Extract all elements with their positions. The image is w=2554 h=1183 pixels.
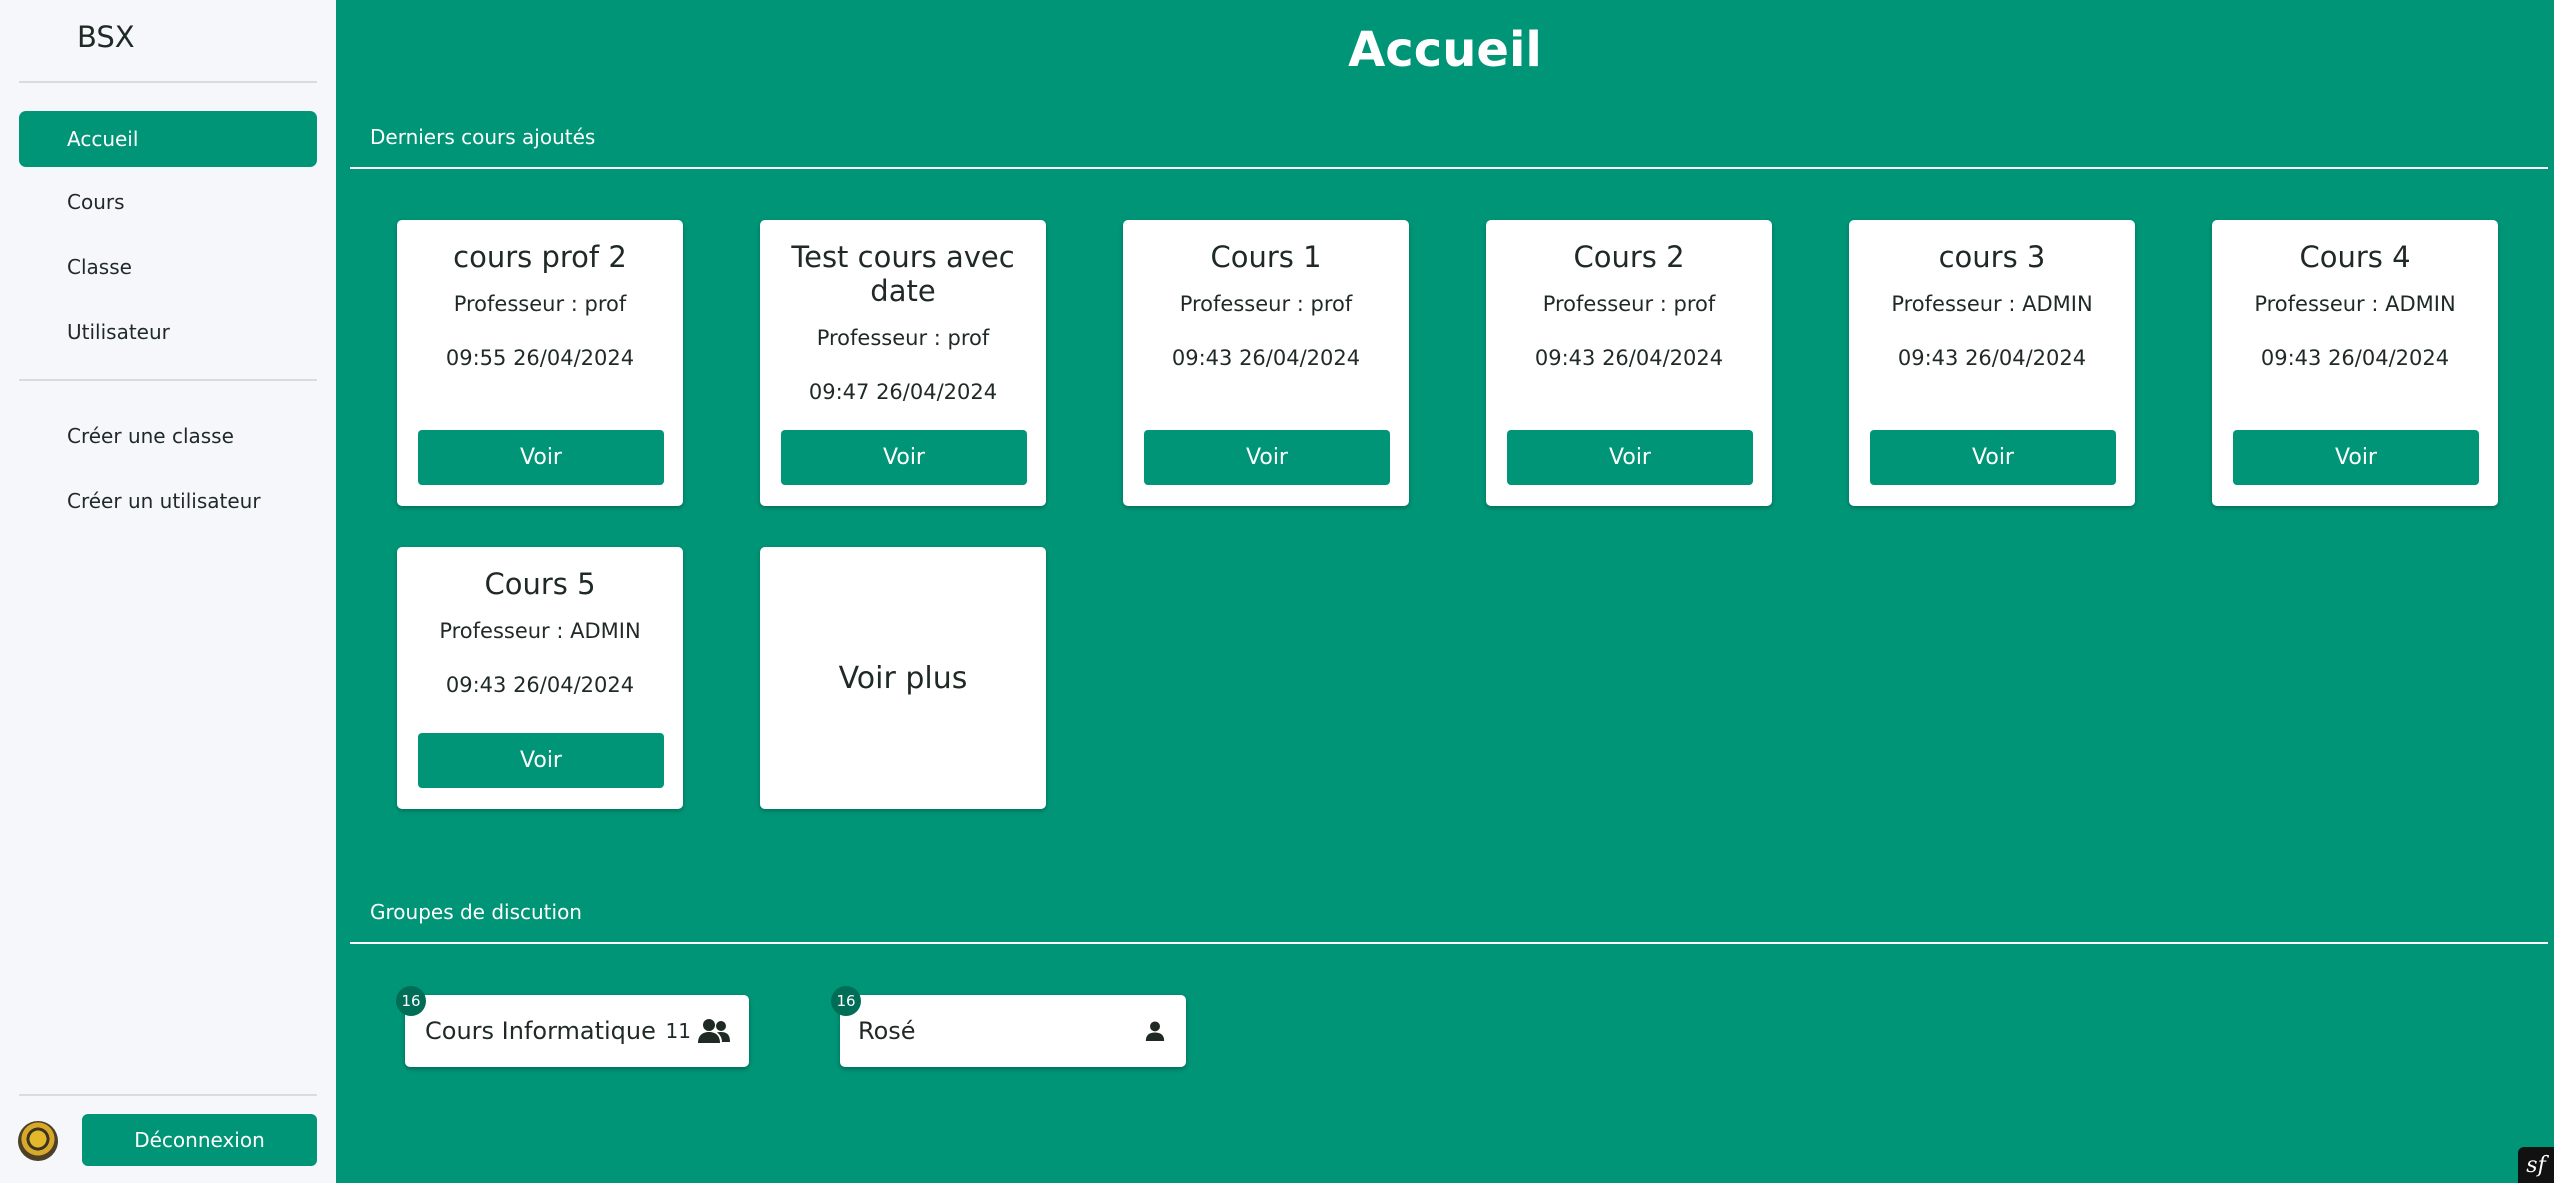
course-teacher: Professeur : prof xyxy=(1542,292,1716,316)
member-count: 11 xyxy=(665,1019,691,1043)
brand-name: BSX xyxy=(77,20,135,54)
course-card: Cours 1 Professeur : prof 09:43 26/04/20… xyxy=(1123,220,1409,506)
sidebar-divider xyxy=(19,81,317,83)
view-course-button[interactable]: Voir xyxy=(1507,430,1753,485)
view-course-button[interactable]: Voir xyxy=(781,430,1027,485)
notification-badge: 16 xyxy=(831,986,861,1016)
course-card: cours prof 2 Professeur : prof 09:55 26/… xyxy=(397,220,683,506)
sidebar-item-accueil[interactable]: Accueil xyxy=(19,111,317,167)
course-title: Cours 4 xyxy=(2299,240,2411,274)
notification-badge: 16 xyxy=(396,986,426,1016)
user-icon xyxy=(1145,1021,1165,1041)
sidebar-item-cours[interactable]: Cours xyxy=(19,174,317,230)
sidebar-item-creer-utilisateur[interactable]: Créer un utilisateur xyxy=(19,473,317,529)
course-teacher: Professeur : ADMIN xyxy=(439,619,641,643)
section-divider xyxy=(350,942,2548,944)
section-divider xyxy=(350,167,2548,169)
users-icon xyxy=(698,1019,730,1043)
course-datetime: 09:55 26/04/2024 xyxy=(445,346,635,370)
course-title: Cours 1 xyxy=(1210,240,1322,274)
sidebar-item-utilisateur[interactable]: Utilisateur xyxy=(19,304,317,360)
course-teacher: Professeur : prof xyxy=(453,292,627,316)
view-course-button[interactable]: Voir xyxy=(418,430,664,485)
section-title-courses: Derniers cours ajoutés xyxy=(370,125,596,149)
course-card: cours 3 Professeur : ADMIN 09:43 26/04/2… xyxy=(1849,220,2135,506)
group-name: Cours Informatique xyxy=(425,1017,656,1045)
group-card[interactable]: 16 Rosé xyxy=(831,986,1186,1067)
course-title: cours 3 xyxy=(1938,240,2046,274)
course-title: Cours 5 xyxy=(484,567,596,601)
course-datetime: 09:43 26/04/2024 xyxy=(1534,346,1724,370)
course-teacher: Professeur : ADMIN xyxy=(2254,292,2456,316)
course-card: Test cours avec date Professeur : prof 0… xyxy=(760,220,1046,506)
course-datetime: 09:43 26/04/2024 xyxy=(1897,346,2087,370)
course-datetime: 09:47 26/04/2024 xyxy=(808,380,998,404)
view-course-button[interactable]: Voir xyxy=(1144,430,1390,485)
logout-button[interactable]: Déconnexion xyxy=(82,1114,317,1166)
sidebar-divider xyxy=(19,1094,317,1096)
course-title: Cours 2 xyxy=(1573,240,1685,274)
course-teacher: Professeur : ADMIN xyxy=(1891,292,2093,316)
course-title: Test cours avec date xyxy=(791,240,1015,308)
course-datetime: 09:43 26/04/2024 xyxy=(445,673,635,697)
sidebar: BSX Accueil Cours Classe Utilisateur Cré… xyxy=(0,0,336,1183)
group-card[interactable]: 16 Cours Informatique 11 xyxy=(396,986,749,1067)
sidebar-item-classe[interactable]: Classe xyxy=(19,239,317,295)
course-card: Cours 4 Professeur : ADMIN 09:43 26/04/2… xyxy=(2212,220,2498,506)
course-title: cours prof 2 xyxy=(453,240,627,274)
course-datetime: 09:43 26/04/2024 xyxy=(1171,346,1361,370)
avatar[interactable] xyxy=(18,1121,58,1161)
debug-toolbar-icon[interactable]: sf xyxy=(2518,1147,2554,1183)
view-course-button[interactable]: Voir xyxy=(2233,430,2479,485)
page-title: Accueil xyxy=(1348,22,1542,78)
see-more-card[interactable]: Voir plus xyxy=(760,547,1046,809)
view-course-button[interactable]: Voir xyxy=(1870,430,2116,485)
course-datetime: 09:43 26/04/2024 xyxy=(2260,346,2450,370)
course-card: Cours 2 Professeur : prof 09:43 26/04/20… xyxy=(1486,220,1772,506)
course-teacher: Professeur : prof xyxy=(816,326,990,350)
sidebar-divider xyxy=(19,379,317,381)
group-name: Rosé xyxy=(858,1017,916,1045)
course-teacher: Professeur : prof xyxy=(1179,292,1353,316)
course-card: Cours 5 Professeur : ADMIN 09:43 26/04/2… xyxy=(397,547,683,809)
section-title-groups: Groupes de discution xyxy=(370,900,582,924)
view-course-button[interactable]: Voir xyxy=(418,733,664,788)
sidebar-item-creer-classe[interactable]: Créer une classe xyxy=(19,408,317,464)
